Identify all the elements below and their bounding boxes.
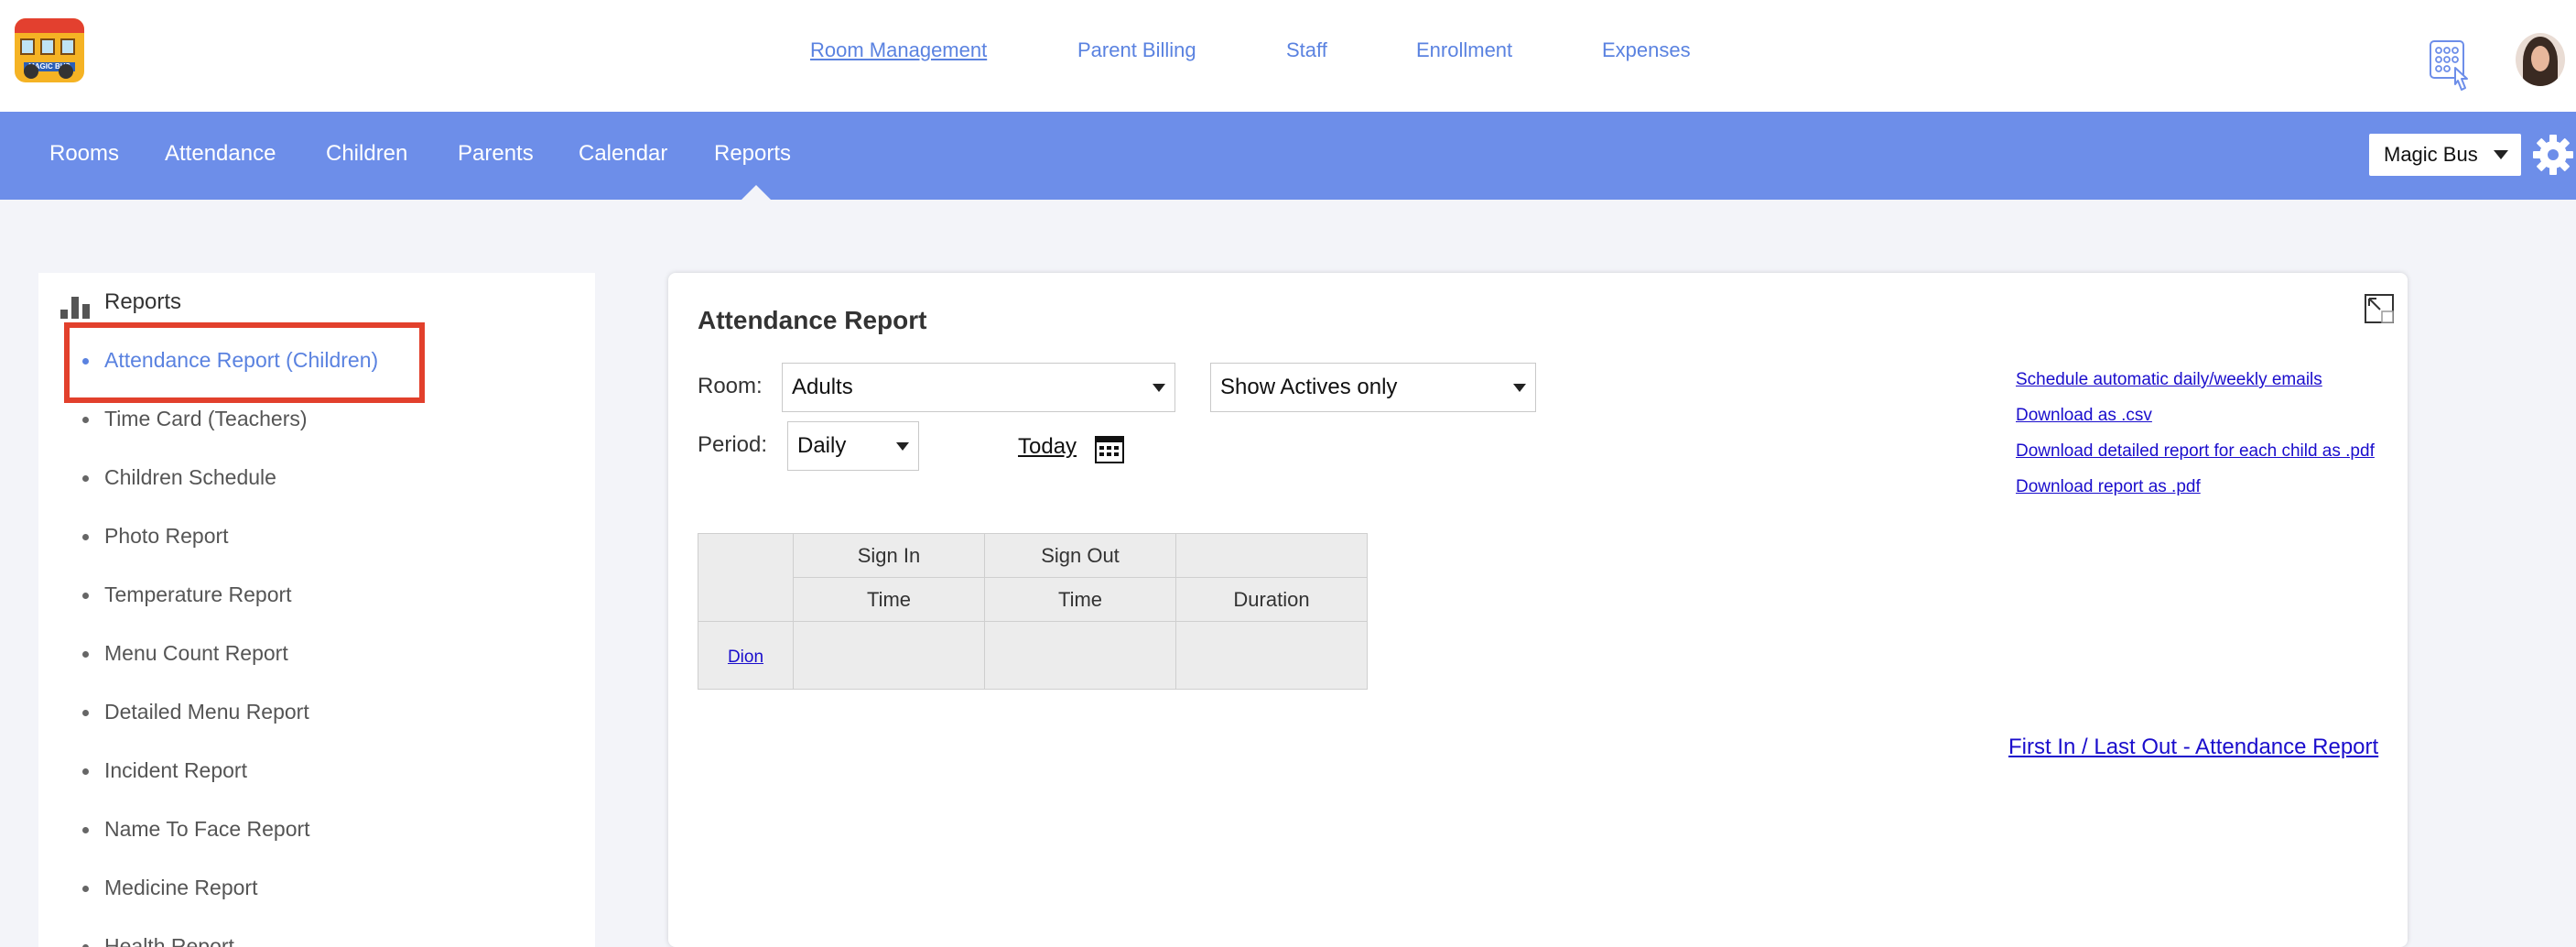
logo-wheel [24, 64, 38, 79]
report-item-menu-count[interactable]: Menu Count Report [82, 641, 378, 700]
table-header-cell [698, 533, 794, 622]
table-row: Dion [698, 621, 1368, 690]
gear-icon[interactable] [2530, 132, 2576, 178]
chevron-down-icon [1153, 384, 1165, 392]
table-header-cell: Sign Out [984, 533, 1176, 578]
report-item-detailed-menu[interactable]: Detailed Menu Report [82, 700, 378, 758]
logo-bus-roof [15, 18, 84, 33]
report-item-children-schedule[interactable]: Children Schedule [82, 465, 378, 524]
top-header: MAGIC BUS Room Management Parent Billing… [0, 0, 2576, 112]
highlight-box [64, 322, 425, 403]
period-label: Period: [698, 432, 768, 457]
report-item-photo[interactable]: Photo Report [82, 524, 378, 582]
child-name-link[interactable]: Dion [728, 648, 763, 667]
first-in-last-out-link[interactable]: First In / Last Out - Attendance Report [2008, 735, 2378, 760]
avatar-face [2531, 46, 2549, 71]
today-link[interactable]: Today [1018, 434, 1077, 460]
user-avatar[interactable] [2516, 33, 2565, 86]
nav-rooms[interactable]: Rooms [49, 141, 119, 167]
section-nav: Rooms Attendance Children Parents Calend… [0, 112, 2576, 200]
chevron-down-icon [1513, 384, 1526, 392]
report-item-incident[interactable]: Incident Report [82, 758, 378, 817]
report-item-medicine[interactable]: Medicine Report [82, 876, 378, 934]
active-nav-caret [741, 185, 771, 200]
table-header-row: Time Time Duration [698, 577, 1368, 622]
room-label: Room: [698, 374, 763, 398]
report-item-name-to-face[interactable]: Name To Face Report [82, 817, 378, 876]
download-csv-link[interactable]: Download as .csv [2016, 406, 2375, 441]
period-select-value: Daily [797, 433, 847, 458]
top-nav-staff[interactable]: Staff [1286, 38, 1327, 62]
duration-cell [1175, 621, 1368, 690]
schedule-emails-link[interactable]: Schedule automatic daily/weekly emails [2016, 370, 2375, 406]
report-title: Attendance Report [698, 306, 927, 334]
report-list: Attendance Report (Children) Time Card (… [82, 348, 378, 947]
top-nav-parent-billing[interactable]: Parent Billing [1077, 38, 1196, 62]
sign-in-cell [793, 621, 985, 690]
top-nav: Room Management Parent Billing Staff Enr… [0, 38, 2576, 66]
expand-icon[interactable] [2364, 293, 2395, 324]
school-select[interactable]: Magic Bus [2369, 134, 2521, 176]
active-filter-value: Show Actives only [1220, 375, 1398, 399]
download-pdf-link[interactable]: Download report as .pdf [2016, 477, 2375, 513]
calendar-icon[interactable] [1095, 434, 1124, 463]
report-item-time-card[interactable]: Time Card (Teachers) [82, 407, 378, 465]
table-header-cell: Time [793, 577, 985, 622]
room-select-value: Adults [792, 375, 853, 399]
nav-parents[interactable]: Parents [458, 141, 534, 167]
sign-out-cell [984, 621, 1176, 690]
top-nav-expenses[interactable]: Expenses [1602, 38, 1691, 62]
attendance-report-panel: Attendance Report Room: Adults Show Acti… [668, 273, 2408, 947]
period-select[interactable]: Daily [787, 421, 919, 471]
nav-children[interactable]: Children [326, 141, 407, 167]
table-header-cell: Duration [1175, 577, 1368, 622]
nav-reports[interactable]: Reports [714, 141, 791, 167]
sidebar-title: Reports [104, 289, 182, 314]
active-filter-select[interactable]: Show Actives only [1210, 363, 1536, 412]
school-select-value: Magic Bus [2384, 143, 2478, 166]
top-nav-enrollment[interactable]: Enrollment [1416, 38, 1512, 62]
table-header-cell: Sign In [793, 533, 985, 578]
download-detailed-pdf-link[interactable]: Download detailed report for each child … [2016, 441, 2375, 477]
bar-chart-icon [60, 297, 90, 319]
report-item-temperature[interactable]: Temperature Report [82, 582, 378, 641]
report-actions: Schedule automatic daily/weekly emails D… [2016, 370, 2375, 513]
nav-calendar[interactable]: Calendar [579, 141, 667, 167]
room-select[interactable]: Adults [782, 363, 1175, 412]
attendance-table: Sign In Sign Out Time Time Duration Dion [698, 533, 1368, 690]
table-header-cell [1175, 533, 1368, 578]
table-header-row: Sign In Sign Out [698, 533, 1368, 622]
nav-attendance[interactable]: Attendance [165, 141, 276, 167]
top-nav-room-management[interactable]: Room Management [810, 38, 987, 62]
report-item-health[interactable]: Health Report [82, 934, 378, 947]
table-header-cell: Time [984, 577, 1176, 622]
chevron-down-icon [2494, 150, 2508, 159]
child-name-cell: Dion [698, 621, 794, 690]
keypad-touch-icon[interactable] [2430, 40, 2472, 93]
chevron-down-icon [896, 442, 909, 451]
logo-wheel [59, 64, 73, 79]
